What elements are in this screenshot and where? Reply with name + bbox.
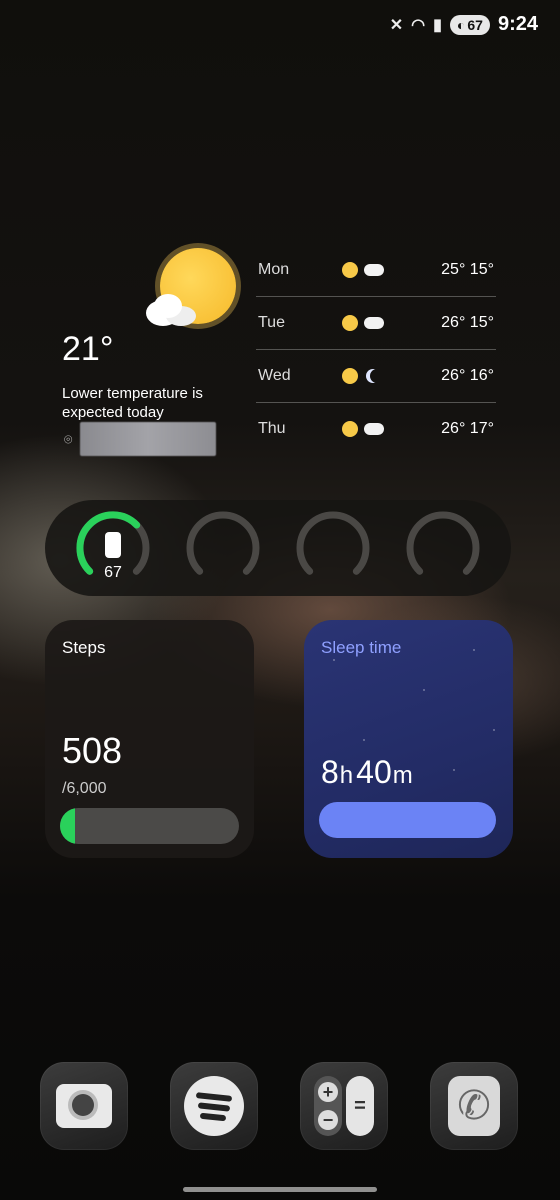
minus-icon: − xyxy=(318,1110,338,1130)
spotify-app[interactable] xyxy=(170,1062,258,1150)
forecast-row: Tue 26° 15° xyxy=(256,297,496,350)
sleep-minutes-unit: m xyxy=(392,762,413,789)
forecast-day: Tue xyxy=(258,314,285,331)
steps-progress-bar xyxy=(60,808,239,844)
handset-glyph: ✆ xyxy=(448,1076,500,1136)
forecast-day: Thu xyxy=(258,420,286,437)
forecast-temps: 26° 16° xyxy=(441,367,494,384)
battery-ring-empty xyxy=(295,510,371,586)
battery-level: 67 xyxy=(467,16,483,33)
location: ⌾ xyxy=(64,422,217,456)
sleep-widget[interactable]: Sleep time 8h40m xyxy=(304,620,513,858)
sleep-title: Sleep time xyxy=(321,638,402,657)
location-pin-icon: ⌾ xyxy=(64,430,73,447)
home-indicator[interactable] xyxy=(183,1187,377,1192)
partly-sunny-icon xyxy=(342,315,358,331)
steps-title: Steps xyxy=(62,638,106,657)
camera-icon xyxy=(54,1076,114,1136)
equals-icon: = xyxy=(346,1076,374,1136)
status-bar: ✕ ◠ ▮ ◐ 67 9:24 xyxy=(0,0,560,50)
battery-ring-phone: 67 xyxy=(75,510,151,586)
cloud-icon xyxy=(146,294,198,326)
sleep-duration: 8h40m xyxy=(321,754,416,791)
forecast-temps: 26° 15° xyxy=(441,314,494,331)
phone-icon xyxy=(105,532,121,558)
forecast-temps: 25° 15° xyxy=(441,261,494,278)
mute-icon: ✕ xyxy=(389,16,404,34)
cloudy-night-icon xyxy=(364,423,384,435)
spotify-icon xyxy=(184,1076,244,1136)
camera-app[interactable] xyxy=(40,1062,128,1150)
location-redacted xyxy=(80,422,217,456)
weather-description: Lower temperature is expected today xyxy=(62,385,203,421)
forecast-list: Mon 25° 15° Tue 26° 15° Wed 26° 16° Thu … xyxy=(256,244,496,455)
sleep-hours: 8 xyxy=(321,754,339,790)
sleep-minutes: 40 xyxy=(356,754,392,790)
battery-percent: 67 xyxy=(104,564,122,581)
phone-app[interactable]: ✆ xyxy=(430,1062,518,1150)
sun-icon xyxy=(342,262,358,278)
moon-icon xyxy=(370,369,384,383)
cloudy-night-icon xyxy=(364,317,384,329)
cloudy-night-icon xyxy=(364,264,384,276)
forecast-temps: 26° 17° xyxy=(441,420,494,437)
clock: 9:24 xyxy=(497,13,538,35)
forecast-day: Wed xyxy=(258,367,291,384)
sleep-hours-unit: h xyxy=(339,762,354,789)
steps-progress-fill xyxy=(60,808,76,844)
partly-sunny-icon xyxy=(342,421,358,437)
signal-icon: ▮ xyxy=(433,16,442,34)
steps-widget[interactable]: Steps 508 /6,000 xyxy=(45,620,254,858)
steps-count: 508 xyxy=(62,730,123,771)
phone-call-icon: ✆ xyxy=(444,1076,504,1136)
forecast-row: Wed 26° 16° xyxy=(256,350,496,403)
battery-indicator: ◐ 67 xyxy=(449,14,490,35)
wifi-icon: ◠ xyxy=(411,16,426,34)
plus-icon: + xyxy=(318,1082,338,1102)
sleep-bar xyxy=(319,802,496,838)
calculator-icon: + − = xyxy=(314,1076,374,1136)
forecast-row: Thu 26° 17° xyxy=(256,403,496,455)
current-temperature: 21° xyxy=(62,330,114,368)
battery-widget[interactable]: 67 xyxy=(45,500,511,596)
status-icons: ✕ ◠ ▮ ◐ 67 9:24 xyxy=(390,13,538,36)
battery-ring-empty xyxy=(405,510,481,586)
battery-ring-empty xyxy=(185,510,261,586)
partly-sunny-icon xyxy=(342,368,358,384)
battery-icon: ◐ xyxy=(456,16,466,33)
forecast-row: Mon 25° 15° xyxy=(256,244,496,297)
steps-goal: /6,000 xyxy=(62,780,107,797)
forecast-day: Mon xyxy=(258,261,290,278)
calculator-app[interactable]: + − = xyxy=(300,1062,388,1150)
